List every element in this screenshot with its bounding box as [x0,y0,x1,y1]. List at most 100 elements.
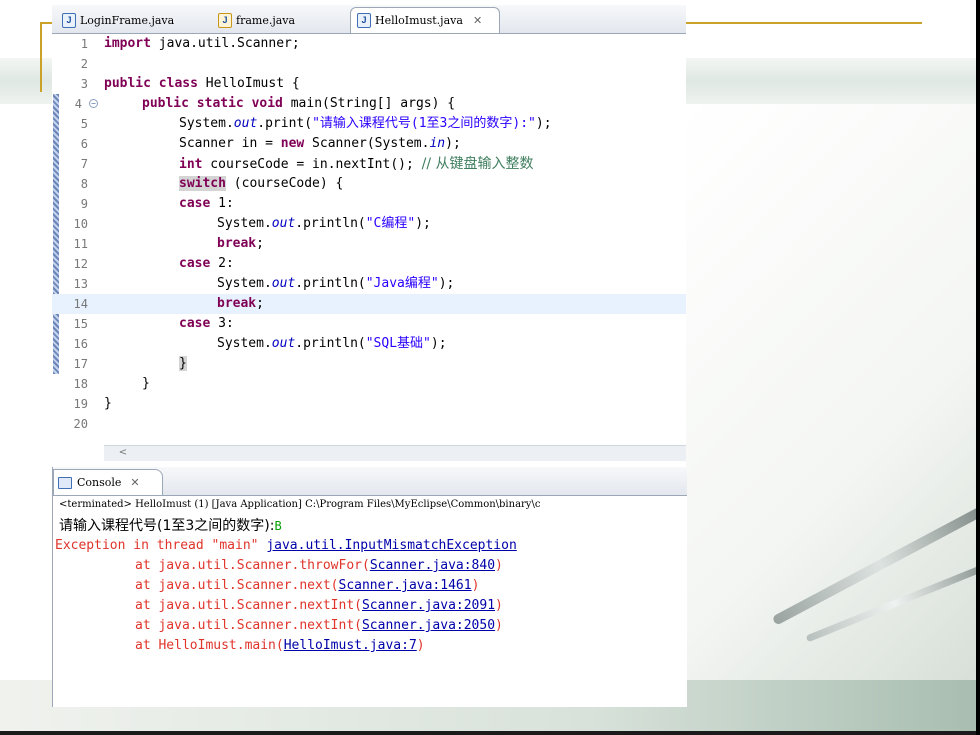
tab-label: LoginFrame.java [80,13,175,27]
tab-label: HelloImust.java [375,14,463,27]
line-number: 3 [80,77,88,91]
code-text: } [179,356,187,371]
code-text: ; [256,236,264,251]
source-link[interactable]: Scanner.java:2091 [362,598,495,613]
console-view: Console ✕ <terminated> HelloImust (1) [J… [52,467,687,707]
keyword: break [217,296,257,311]
source-link[interactable]: Scanner.java:1461 [339,578,472,593]
scroll-left-icon[interactable]: < [116,447,130,459]
tab-label: Console [77,476,122,489]
line-number: 17 [73,357,88,371]
prompt-text: 请输入课程代号(1至3之间的数字): [59,518,275,534]
code-text: System. [217,216,272,231]
code-text: courseCode = in.nextInt(); [202,157,422,172]
line-number: 13 [73,277,88,291]
field: in [429,136,446,151]
code-area[interactable]: 1 import java.util.Scanner; 2 3 public cla… [52,34,686,444]
code-line: 13 System.out.println("Java编程"); [52,274,686,294]
source-link[interactable]: Scanner.java:840 [370,558,495,573]
tab-frame[interactable]: J frame.java [212,8,342,32]
fold-toggle-icon[interactable]: − [89,99,98,108]
stack-line: at java.util.Scanner.nextInt(Scanner.jav… [135,618,503,633]
background-panel [686,104,980,684]
code-line: 4− public static void main(String[] args)… [52,94,686,114]
stack-line: at java.util.Scanner.next(Scanner.java:1… [135,578,479,593]
code-line: 18} [52,374,686,394]
line-number: 20 [73,417,88,431]
keyword: case [179,256,211,271]
code-text: 2: [210,256,234,271]
code-text: System. [179,116,234,131]
line-number: 8 [80,177,88,191]
code-line: 10 System.out.println("C编程"); [52,214,686,234]
stack-text: ) [495,558,503,573]
line-number: 10 [73,217,88,231]
exception-link[interactable]: java.util.InputMismatchException [266,538,516,553]
code-line: 8 switch (courseCode) { [52,174,686,194]
code-line: 11 break; [52,234,686,254]
code-text: ); [415,216,431,231]
code-text: 1: [210,196,234,211]
code-line: 17} [52,354,686,374]
code-text: } [104,396,112,411]
code-line-current: 14 break; [52,294,686,314]
source-link[interactable]: HelloImust.java:7 [284,638,417,653]
horizontal-scrollbar[interactable]: < [104,445,686,461]
code-line: 20 [52,414,686,434]
string-literal: "C编程" [365,216,416,231]
stack-text: ) [471,578,480,593]
code-text: Scanner in = [179,136,281,151]
code-text: System. [217,336,272,351]
code-line: 5 System.out.print("请输入课程代号(1至3之间的数字):"); [52,114,686,134]
tab-loginframe[interactable]: J LoginFrame.java [56,8,206,32]
java-file-icon: J [62,12,76,28]
line-number: 1 [80,37,88,51]
stack-line: at HelloImust.main(HelloImust.java:7) [135,638,425,653]
right-edge [976,0,980,735]
source-link[interactable]: Scanner.java:2050 [362,618,495,633]
code-text: HelloImust { [197,76,300,91]
code-line: 16 System.out.println("SQL基础"); [52,334,686,354]
line-number: 14 [73,297,88,311]
stack-line: at java.util.Scanner.throwFor(Scanner.ja… [135,558,503,573]
close-icon[interactable]: ✕ [130,476,139,489]
console-icon [58,476,72,489]
code-editor: J LoginFrame.java J frame.java J HelloIm… [52,5,686,461]
field: out [233,116,258,131]
line-number: 16 [73,337,88,351]
keyword: case [179,316,211,331]
code-text: (courseCode) { [225,176,344,191]
code-text: .println( [295,216,366,231]
stack-text: at java.util.Scanner.next( [135,578,339,593]
tab-label: frame.java [236,13,296,27]
field: out [271,216,296,231]
code-line: 9 case 1: [52,194,686,214]
bottom-edge [0,731,980,735]
code-text: ); [438,276,455,291]
string-literal: "SQL基础" [365,336,431,351]
line-number: 9 [80,197,88,211]
keyword: new [280,136,305,151]
line-number: 6 [80,137,88,151]
code-line: 19} [52,394,686,414]
code-text: main(String[] args) { [282,96,456,111]
line-number: 2 [80,57,88,71]
stack-text: ) [495,598,503,613]
code-text: 3: [210,316,234,331]
line-number: 7 [80,157,88,171]
console-prompt-line: 请输入课程代号(1至3之间的数字):B [59,515,282,535]
user-input: B [274,519,282,533]
tab-console[interactable]: Console ✕ [53,469,163,495]
close-icon[interactable]: ✕ [473,14,482,27]
code-text: Scanner(System. [304,136,430,151]
stack-text: ) [495,618,503,633]
code-text: ; [256,296,264,311]
keyword: case [179,196,211,211]
code-line: 6 Scanner in = new Scanner(System.in); [52,134,686,154]
string-literal: "请输入课程代号(1至3之间的数字):" [312,116,536,131]
editor-tab-bar: J LoginFrame.java J frame.java J HelloIm… [52,5,686,34]
exception-line: Exception in thread "main" java.util.Inp… [55,538,517,553]
keyword: break [217,236,257,251]
gold-line-right [686,22,922,24]
tab-helloimust[interactable]: J HelloImust.java ✕ [350,7,500,33]
